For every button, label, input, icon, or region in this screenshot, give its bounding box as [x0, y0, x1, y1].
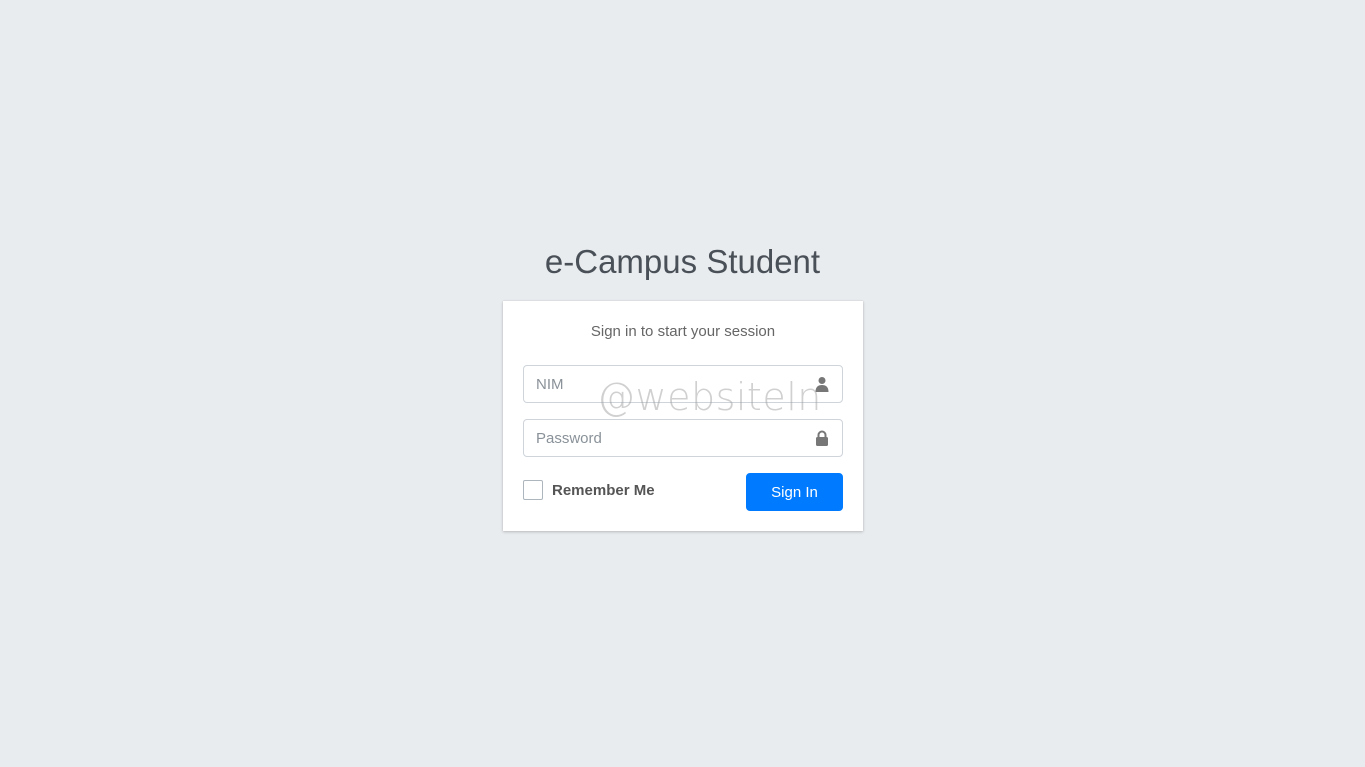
user-icon — [814, 376, 830, 392]
nim-input[interactable] — [524, 366, 804, 402]
checkbox-box[interactable] — [523, 480, 543, 500]
password-input[interactable] — [524, 420, 804, 456]
login-message: Sign in to start your session — [590, 323, 776, 340]
password-input-group — [523, 419, 843, 457]
logo-brand: e-Campus — [544, 243, 698, 280]
sign-in-button[interactable]: Sign In — [746, 473, 843, 511]
nim-input-group — [523, 365, 843, 403]
lock-icon — [814, 430, 830, 446]
remember-me-label: Remember Me — [552, 481, 655, 499]
login-card: Sign in to start your session @websiteln — [503, 301, 863, 531]
login-page: e-Campus Student Sign in to start your s… — [0, 0, 1365, 767]
logo-subtitle: Student — [706, 243, 821, 280]
remember-me-checkbox[interactable]: Remember Me — [523, 479, 655, 501]
login-logo: e-Campus Student — [0, 240, 1365, 284]
